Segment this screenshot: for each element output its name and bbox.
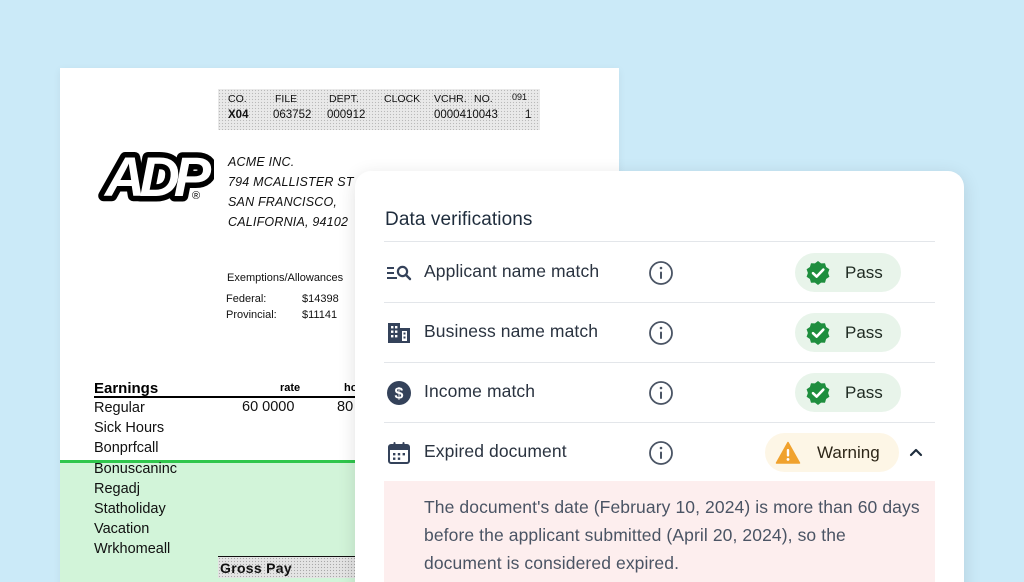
rate-column-header: rate — [280, 382, 301, 394]
info-icon[interactable] — [648, 440, 674, 466]
status-text: Warning — [817, 442, 880, 462]
exemption-value: $11141 — [302, 309, 338, 321]
verification-label: Expired document — [424, 441, 567, 461]
dept-value: 000912 — [327, 109, 366, 121]
pass-status-badge: Pass — [795, 253, 901, 292]
verification-row-business-name: Business name match Pass — [384, 302, 935, 362]
building-icon — [386, 320, 412, 346]
company-state-zip: CALIFORNIA, 94102 — [228, 215, 349, 229]
info-icon[interactable] — [648, 320, 674, 346]
card-title: Data verifications — [385, 209, 533, 230]
regular-hours: 80 — [337, 399, 354, 415]
info-icon[interactable] — [648, 380, 674, 406]
pass-status-badge: Pass — [795, 373, 901, 412]
earning-item: Bonprfcall — [94, 440, 159, 457]
earning-item: Regadj — [94, 480, 140, 497]
pass-status-badge: Pass — [795, 313, 901, 352]
status-text: Pass — [845, 382, 883, 402]
earning-item: Wrkhomeall — [94, 541, 171, 558]
earnings-title: Earnings — [94, 380, 159, 397]
warning-triangle-icon — [775, 441, 801, 464]
exemptions-label: Exemptions/Allowances — [227, 272, 344, 284]
status-text: Pass — [845, 262, 883, 282]
expired-document-detail: The document's date (February 10, 2024) … — [384, 481, 935, 582]
search-list-icon — [386, 260, 412, 286]
no-label: NO. — [474, 93, 493, 105]
warning-detail-text: The document's date (February 10, 2024) … — [424, 497, 920, 573]
exemption-label: Provincial: — [226, 309, 277, 321]
form-code: 091 — [512, 92, 528, 102]
verified-badge-icon — [806, 380, 830, 405]
verification-label: Applicant name match — [424, 261, 600, 281]
dollar-icon: $ — [386, 380, 412, 406]
chevron-up-icon[interactable] — [908, 444, 924, 460]
clock-label: CLOCK — [384, 93, 421, 105]
company-city: SAN FRANCISCO, — [228, 195, 338, 209]
earning-item: Regular — [94, 400, 145, 416]
file-label: FILE — [275, 93, 298, 105]
earning-item: Vacation — [94, 521, 150, 538]
exemption-value: $14398 — [302, 293, 339, 305]
earning-item: Bonuscaninc — [94, 460, 178, 477]
regular-rate: 60 0000 — [242, 399, 295, 415]
earning-item: Statholiday — [94, 501, 166, 518]
company-address: ACME INC. 794 MCALLISTER ST SAN FRANCISC… — [228, 152, 354, 232]
verification-row-applicant-name: Applicant name match Pass — [384, 242, 935, 302]
vchr-value: 0000410043 — [434, 109, 498, 121]
verification-label: Income match — [424, 381, 536, 401]
data-verifications-card: Data verifications Applicant name match … — [355, 171, 964, 582]
company-street: 794 MCALLISTER ST — [228, 175, 354, 189]
verification-row-income: $ Income match Pass — [384, 362, 935, 422]
co-label: CO. — [228, 93, 247, 105]
verified-badge-icon — [806, 320, 830, 345]
warning-status-badge: Warning — [765, 433, 899, 472]
paystub-header: CO. FILE DEPT. CLOCK VCHR. NO. 091 X04 0… — [218, 89, 540, 130]
dept-label: DEPT. — [329, 93, 359, 105]
vchr-label: VCHR. — [434, 93, 467, 105]
co-value: X04 — [228, 109, 249, 121]
file-value: 063752 — [273, 109, 312, 121]
status-text: Pass — [845, 322, 883, 342]
verified-badge-icon — [806, 260, 830, 285]
exemption-label: Federal: — [226, 293, 267, 305]
company-name: ACME INC. — [228, 155, 295, 169]
registered-mark: ® — [192, 190, 201, 202]
info-icon[interactable] — [648, 260, 674, 286]
verification-label: Business name match — [424, 321, 599, 341]
verification-row-expired-document[interactable]: Expired document Warning — [384, 422, 935, 482]
calendar-icon — [386, 440, 412, 466]
svg-text:$: $ — [395, 386, 404, 403]
earning-item: Sick Hours — [94, 420, 165, 437]
no-value: 1 — [525, 109, 532, 121]
earnings-list: Regular Sick Hours Bonprfcall Bonuscanin… — [94, 398, 177, 560]
